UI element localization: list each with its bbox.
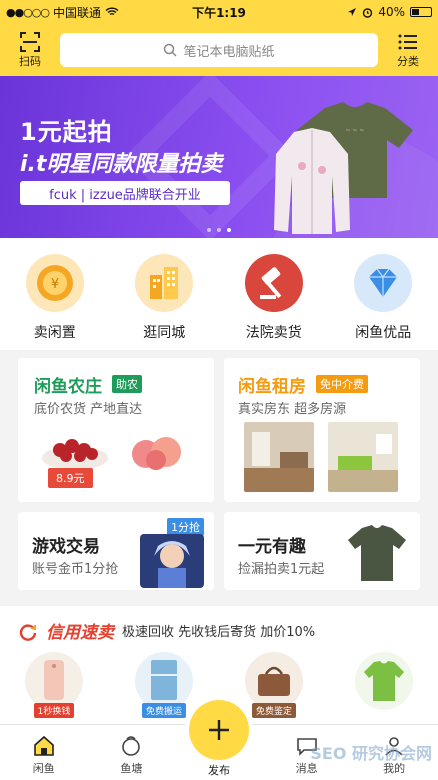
credit-item-label: 免费搬运: [141, 703, 186, 718]
location-icon: [348, 8, 357, 16]
scan-label: 扫码: [19, 55, 41, 68]
search-input[interactable]: 笔记本电脑贴纸: [60, 33, 378, 67]
category-button[interactable]: 分类: [378, 31, 438, 69]
battery-icon: [410, 7, 432, 17]
gavel-icon: [244, 254, 303, 312]
credit-brand: 信用速卖: [46, 623, 114, 643]
quick-link-label: 卖闲置: [33, 325, 76, 341]
quick-link-premium[interactable]: 闲鱼优品: [343, 254, 423, 350]
tab-label: 鱼塘: [120, 762, 143, 775]
farm-tag: 助农: [112, 375, 142, 393]
white-jacket-image: [274, 128, 350, 234]
farm-card[interactable]: 闲鱼农庄 助农 底价农货 产地直达 8.9元: [18, 358, 214, 502]
scan-button[interactable]: 扫码: [0, 31, 60, 69]
tshirt-image: [348, 525, 406, 581]
post-label: 发布: [208, 764, 230, 777]
post-button[interactable]: [189, 700, 249, 760]
quick-links: ¥ 卖闲置 逛同城 法院卖货 闲鱼优品: [0, 238, 438, 350]
polo-shirt-icon: [364, 661, 404, 701]
credit-item-phone[interactable]: 1秒换钱: [20, 652, 88, 718]
buildings-icon: [135, 254, 194, 312]
game-desc: 账号金币1分抢: [32, 562, 119, 577]
game-hero-image: [140, 534, 204, 588]
search-placeholder: 笔记本电脑贴纸: [183, 44, 275, 60]
promo-banner[interactable]: 1元起拍 i.t明星同款限量拍卖 fcuk | izzue品牌联合开业 ~ ~ …: [0, 76, 438, 238]
svg-text:¥: ¥: [51, 277, 59, 292]
one-yuan-title: 一元有趣: [238, 537, 306, 557]
plus-icon: [209, 720, 229, 740]
one-yuan-card[interactable]: 一元有趣 捡漏拍卖1元起: [224, 512, 420, 590]
credit-header: 信用速卖 极速回收 先收钱后寄货 加价10%: [18, 618, 315, 643]
tab-pond[interactable]: 鱼塘: [96, 734, 166, 776]
pager-dot: [217, 228, 221, 232]
alarm-icon: [363, 7, 373, 18]
credit-item-bag[interactable]: 免费鉴定: [240, 652, 308, 718]
rent-tag: 免中介费: [316, 375, 368, 393]
credit-item-fridge[interactable]: 免费搬运: [130, 652, 198, 718]
phone-icon: [44, 660, 64, 700]
credit-item-shirt[interactable]: [350, 652, 418, 718]
quick-link-court-sale[interactable]: 法院卖货: [234, 254, 314, 350]
quick-link-label: 法院卖货: [245, 325, 302, 341]
home-icon: [33, 735, 54, 756]
top-header: 扫码 笔记本电脑贴纸 分类: [0, 24, 438, 76]
yuan-coin-icon: ¥: [25, 254, 84, 312]
status-bar: ●●○○○ 中国联通 下午1:19 40%: [0, 0, 438, 24]
banner-pager: [0, 228, 438, 232]
banner-subtitle: i.t明星同款限量拍卖: [20, 152, 223, 177]
farm-price-badge: 8.9元: [48, 468, 93, 488]
banner-tagline: fcuk | izzue品牌联合开业: [20, 181, 230, 205]
rent-desc: 真实房东 超多房源: [238, 402, 347, 417]
search-icon: [164, 43, 178, 57]
banner-title: 1元起拍: [20, 118, 113, 146]
tab-home[interactable]: 闲鱼: [9, 734, 79, 776]
scan-icon: [20, 32, 40, 52]
rent-title: 闲鱼租房: [238, 377, 306, 397]
quick-link-local[interactable]: 逛同城: [124, 254, 204, 350]
credit-desc: 极速回收 先收钱后寄货 加价10%: [122, 625, 316, 640]
category-list-icon: [398, 34, 417, 50]
one-yuan-desc: 捡漏拍卖1元起: [238, 562, 325, 577]
diamond-icon: [354, 254, 413, 312]
quick-link-label: 闲鱼优品: [355, 325, 412, 341]
tab-label: 闲鱼: [32, 762, 55, 775]
rent-card[interactable]: 闲鱼租房 免中介费 真实房东 超多房源: [224, 358, 420, 502]
room-photo-1: [244, 422, 314, 492]
xianyu-home-screen: ●●○○○ 中国联通 下午1:19 40% 扫码 笔记本电脑贴纸 分类 1元起拍…: [0, 0, 438, 780]
credit-refresh-icon: [19, 623, 37, 641]
quick-link-sell[interactable]: ¥ 卖闲置: [15, 254, 95, 350]
quick-link-label: 逛同城: [143, 325, 186, 341]
battery-percent: 40%: [378, 5, 405, 19]
pager-dot: [207, 228, 211, 232]
pager-dot-active: [227, 228, 231, 232]
farm-title: 闲鱼农庄: [34, 377, 102, 397]
watermark: SEO 研究协会网: [310, 744, 432, 763]
peaches-image: [132, 437, 181, 470]
handbag-icon: [258, 666, 290, 696]
game-trade-card[interactable]: 游戏交易 账号金币1分抢 1分抢: [18, 512, 214, 590]
farm-desc: 底价农货 产地直达: [34, 402, 143, 417]
game-title: 游戏交易: [32, 537, 100, 557]
pond-icon: [122, 736, 141, 756]
credit-item-label: 1秒换钱: [33, 703, 75, 718]
category-label: 分类: [397, 55, 419, 68]
dates-image: [42, 439, 108, 470]
fridge-icon: [151, 660, 177, 700]
credit-item-label: 免费鉴定: [251, 703, 296, 718]
room-photo-2: [328, 422, 398, 492]
